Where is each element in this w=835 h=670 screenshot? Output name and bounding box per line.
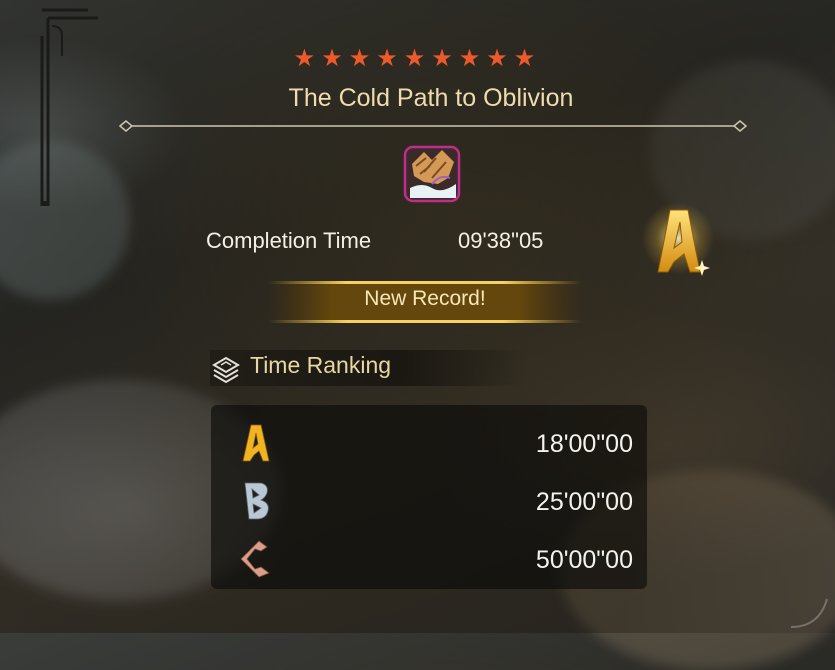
rank-c-icon <box>240 540 270 578</box>
completion-time-label: Completion Time <box>206 228 372 253</box>
rank-c-time: 50'00"00 <box>535 546 633 574</box>
title-divider <box>118 120 748 132</box>
rank-a-time: 18'00"00 <box>535 430 633 458</box>
time-ranking-label: Time Ranking <box>250 352 392 378</box>
rank-a-icon <box>242 424 270 462</box>
difficulty-stars: ★★★★★★★★★ <box>293 44 542 72</box>
ranking-row-c: 50'00"00 <box>211 529 647 587</box>
rank-b-icon <box>244 482 269 520</box>
monster-icon <box>403 145 461 203</box>
quest-title: The Cold Path to Oblivion <box>288 84 574 112</box>
achieved-rank-a-icon <box>642 202 714 276</box>
time-ranking-table: 18'00"00 25'00"00 50'00"00 <box>211 405 647 589</box>
ranking-row-b: 25'00"00 <box>211 471 647 529</box>
time-ranking-icon <box>212 356 240 384</box>
new-record-label: New Record! <box>364 287 486 310</box>
frame-corner-ornament-bottom-right <box>790 598 828 628</box>
rank-b-time: 25'00"00 <box>535 488 633 516</box>
completion-time-value: 09'38"05 <box>458 228 544 253</box>
ranking-row-a: 18'00"00 <box>211 413 647 471</box>
